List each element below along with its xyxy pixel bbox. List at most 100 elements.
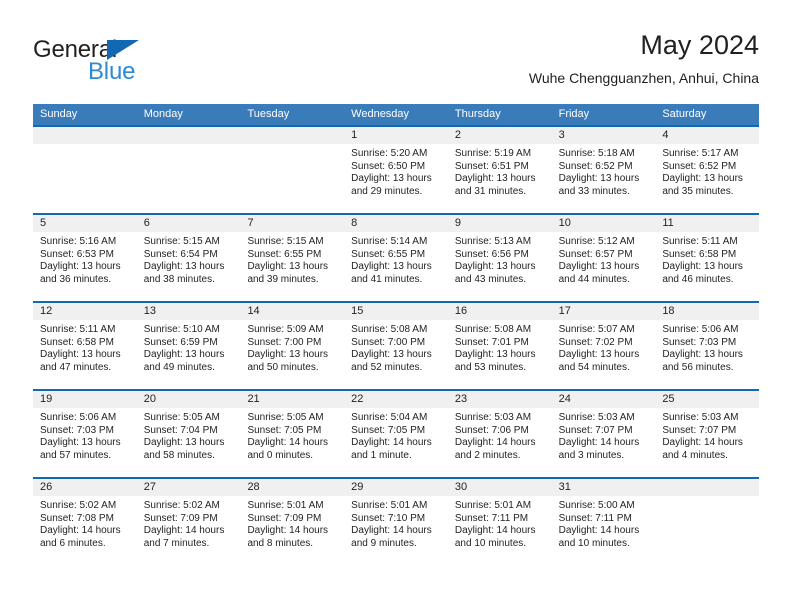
daylight-text: Daylight: 14 hours and 8 minutes.: [247, 525, 329, 549]
day-cell[interactable]: 3 Sunrise: 5:18 AM Sunset: 6:52 PM Dayli…: [551, 127, 656, 213]
day-cell[interactable]: 10 Sunrise: 5:12 AM Sunset: 6:57 PM Dayl…: [551, 215, 656, 301]
day-details: Sunrise: 5:10 AM Sunset: 6:59 PM Dayligh…: [137, 320, 241, 374]
day-number: 7: [240, 215, 345, 232]
day-number: 23: [447, 391, 552, 408]
sunrise-text: Sunrise: 5:01 AM: [351, 500, 428, 511]
sunset-text: Sunset: 6:53 PM: [40, 248, 114, 260]
sunset-text: Sunset: 7:06 PM: [454, 424, 529, 436]
day-cell[interactable]: 8 Sunrise: 5:14 AM Sunset: 6:55 PM Dayli…: [344, 215, 448, 301]
day-cell[interactable]: 16 Sunrise: 5:08 AM Sunset: 7:01 PM Dayl…: [447, 303, 552, 389]
day-details: Sunrise: 5:03 AM Sunset: 7:07 PM Dayligh…: [655, 408, 759, 462]
weekday-header-friday: Friday: [558, 108, 590, 120]
day-number: 24: [551, 391, 656, 408]
weekday-header-sunday: Sunday: [40, 108, 78, 120]
day-details: Sunrise: 5:03 AM Sunset: 7:06 PM Dayligh…: [448, 408, 552, 462]
sunset-text: Sunset: 6:59 PM: [143, 336, 218, 348]
day-details: Sunrise: 5:18 AM Sunset: 6:52 PM Dayligh…: [552, 144, 656, 198]
day-number: 17: [551, 303, 656, 320]
weekday-header-wednesday: Wednesday: [351, 108, 410, 120]
day-details: Sunrise: 5:12 AM Sunset: 6:57 PM Dayligh…: [552, 232, 656, 286]
sunrise-text: Sunrise: 5:09 AM: [247, 324, 324, 335]
day-cell[interactable]: 11 Sunrise: 5:11 AM Sunset: 6:58 PM Dayl…: [655, 215, 760, 301]
sunrise-text: Sunrise: 5:07 AM: [558, 324, 635, 335]
day-cell[interactable]: 31 Sunrise: 5:00 AM Sunset: 7:11 PM Dayl…: [551, 479, 656, 565]
day-cell[interactable]: 25 Sunrise: 5:03 AM Sunset: 7:07 PM Dayl…: [655, 391, 760, 477]
week-row: 1 Sunrise: 5:20 AM Sunset: 6:50 PM Dayli…: [33, 125, 760, 213]
sunset-text: Sunset: 7:03 PM: [662, 336, 737, 348]
day-number: 10: [551, 215, 656, 232]
day-number: 28: [240, 479, 345, 496]
sunrise-text: Sunrise: 5:03 AM: [662, 412, 739, 423]
day-cell[interactable]: 14 Sunrise: 5:09 AM Sunset: 7:00 PM Dayl…: [240, 303, 345, 389]
day-number: 15: [344, 303, 448, 320]
daylight-text: Daylight: 13 hours and 54 minutes.: [558, 349, 640, 373]
day-details: Sunrise: 5:08 AM Sunset: 7:00 PM Dayligh…: [344, 320, 448, 374]
day-cell[interactable]: 9 Sunrise: 5:13 AM Sunset: 6:56 PM Dayli…: [447, 215, 552, 301]
weekday-header-monday: Monday: [143, 108, 183, 120]
day-details: Sunrise: 5:01 AM Sunset: 7:10 PM Dayligh…: [344, 496, 448, 550]
daylight-text: Daylight: 14 hours and 1 minute.: [351, 437, 432, 461]
day-cell[interactable]: [655, 479, 760, 565]
day-cell[interactable]: 30 Sunrise: 5:01 AM Sunset: 7:11 PM Dayl…: [447, 479, 552, 565]
daylight-text: Daylight: 13 hours and 58 minutes.: [143, 437, 225, 461]
day-cell[interactable]: [240, 127, 345, 213]
sunset-text: Sunset: 6:52 PM: [558, 160, 633, 172]
day-number: 4: [655, 127, 760, 144]
day-cell[interactable]: 7 Sunrise: 5:15 AM Sunset: 6:55 PM Dayli…: [240, 215, 345, 301]
day-details: Sunrise: 5:13 AM Sunset: 6:56 PM Dayligh…: [448, 232, 552, 286]
day-cell[interactable]: 6 Sunrise: 5:15 AM Sunset: 6:54 PM Dayli…: [136, 215, 241, 301]
sunset-text: Sunset: 7:03 PM: [40, 424, 114, 436]
day-cell[interactable]: 2 Sunrise: 5:19 AM Sunset: 6:51 PM Dayli…: [447, 127, 552, 213]
daylight-text: Daylight: 13 hours and 50 minutes.: [247, 349, 329, 373]
day-cell[interactable]: 29 Sunrise: 5:01 AM Sunset: 7:10 PM Dayl…: [344, 479, 448, 565]
sunset-text: Sunset: 7:01 PM: [454, 336, 529, 348]
sunrise-text: Sunrise: 5:10 AM: [143, 324, 220, 335]
sunset-text: Sunset: 7:08 PM: [40, 512, 114, 524]
sunrise-text: Sunrise: 5:05 AM: [247, 412, 324, 423]
sunset-text: Sunset: 7:00 PM: [351, 336, 426, 348]
day-cell[interactable]: 17 Sunrise: 5:07 AM Sunset: 7:02 PM Dayl…: [551, 303, 656, 389]
sunrise-text: Sunrise: 5:20 AM: [351, 148, 428, 159]
day-details: Sunrise: 5:09 AM Sunset: 7:00 PM Dayligh…: [240, 320, 344, 374]
day-cell[interactable]: 19 Sunrise: 5:06 AM Sunset: 7:03 PM Dayl…: [33, 391, 137, 477]
day-cell[interactable]: 23 Sunrise: 5:03 AM Sunset: 7:06 PM Dayl…: [447, 391, 552, 477]
sunrise-text: Sunrise: 5:02 AM: [40, 500, 117, 511]
sunrise-text: Sunrise: 5:13 AM: [454, 236, 532, 247]
day-cell[interactable]: 27 Sunrise: 5:02 AM Sunset: 7:09 PM Dayl…: [136, 479, 241, 565]
general-blue-logo[interactable]: General Blue: [33, 36, 243, 92]
page-header: General Blue May 2024 Wuhe Chengguanzhen…: [33, 28, 759, 98]
day-cell[interactable]: 13 Sunrise: 5:10 AM Sunset: 6:59 PM Dayl…: [136, 303, 241, 389]
day-cell[interactable]: 22 Sunrise: 5:04 AM Sunset: 7:05 PM Dayl…: [344, 391, 448, 477]
day-cell[interactable]: [33, 127, 137, 213]
daylight-text: Daylight: 14 hours and 3 minutes.: [558, 437, 640, 461]
day-details: Sunrise: 5:19 AM Sunset: 6:51 PM Dayligh…: [448, 144, 552, 198]
daylight-text: Daylight: 13 hours and 53 minutes.: [454, 349, 536, 373]
day-number: 2: [447, 127, 552, 144]
day-cell[interactable]: 1 Sunrise: 5:20 AM Sunset: 6:50 PM Dayli…: [344, 127, 448, 213]
day-cell[interactable]: 24 Sunrise: 5:03 AM Sunset: 7:07 PM Dayl…: [551, 391, 656, 477]
day-cell[interactable]: 5 Sunrise: 5:16 AM Sunset: 6:53 PM Dayli…: [33, 215, 137, 301]
day-cell[interactable]: 20 Sunrise: 5:05 AM Sunset: 7:04 PM Dayl…: [136, 391, 241, 477]
sunset-text: Sunset: 7:09 PM: [247, 512, 322, 524]
day-details: [655, 496, 759, 500]
week-row: 5 Sunrise: 5:16 AM Sunset: 6:53 PM Dayli…: [33, 213, 760, 301]
day-number: 13: [136, 303, 241, 320]
day-details: Sunrise: 5:00 AM Sunset: 7:11 PM Dayligh…: [552, 496, 656, 550]
day-cell[interactable]: 12 Sunrise: 5:11 AM Sunset: 6:58 PM Dayl…: [33, 303, 137, 389]
sunrise-text: Sunrise: 5:00 AM: [558, 500, 635, 511]
day-cell[interactable]: 28 Sunrise: 5:01 AM Sunset: 7:09 PM Dayl…: [240, 479, 345, 565]
sunset-text: Sunset: 6:57 PM: [558, 248, 633, 260]
daylight-text: Daylight: 14 hours and 6 minutes.: [40, 525, 121, 549]
title-block: May 2024 Wuhe Chengguanzhen, Anhui, Chin…: [529, 28, 759, 88]
day-cell[interactable]: 21 Sunrise: 5:05 AM Sunset: 7:05 PM Dayl…: [240, 391, 345, 477]
day-number: 22: [344, 391, 448, 408]
day-cell[interactable]: 18 Sunrise: 5:06 AM Sunset: 7:03 PM Dayl…: [655, 303, 760, 389]
daylight-text: Daylight: 13 hours and 33 minutes.: [558, 173, 640, 197]
day-details: Sunrise: 5:15 AM Sunset: 6:55 PM Dayligh…: [240, 232, 344, 286]
sunrise-text: Sunrise: 5:16 AM: [40, 236, 117, 247]
day-cell[interactable]: 4 Sunrise: 5:17 AM Sunset: 6:52 PM Dayli…: [655, 127, 760, 213]
day-cell[interactable]: [136, 127, 241, 213]
day-cell[interactable]: 26 Sunrise: 5:02 AM Sunset: 7:08 PM Dayl…: [33, 479, 137, 565]
day-cell[interactable]: 15 Sunrise: 5:08 AM Sunset: 7:00 PM Dayl…: [344, 303, 448, 389]
daylight-text: Daylight: 13 hours and 39 minutes.: [247, 261, 329, 285]
